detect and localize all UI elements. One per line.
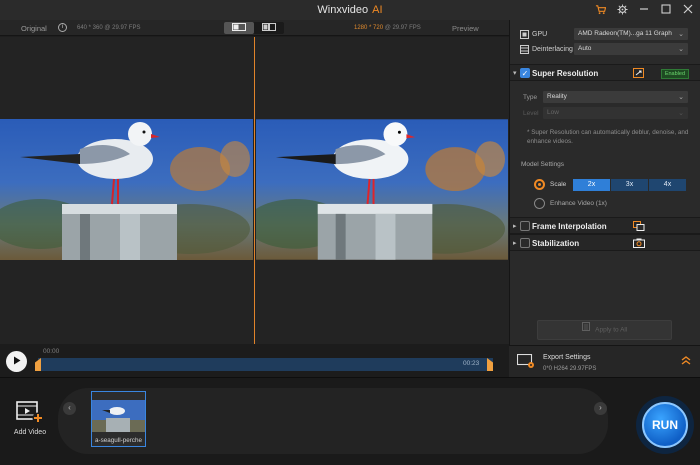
scroll-left-button[interactable]: ‹ [63,402,76,415]
scale-options: 2x 3x 4x [573,179,688,191]
frame-interpolation-checkbox[interactable] [520,221,530,231]
apply-to-all-button[interactable]: Apply to All [537,320,672,340]
original-frame [0,119,253,260]
timeline: 00:00 00:23 [0,344,509,377]
deinterlacing-value: Auto [578,45,592,52]
export-settings[interactable]: Export Settings 0*0 H264 29.97FPS [509,345,700,377]
scroll-right-button[interactable]: › [594,402,607,415]
apply-to-all-label: Apply to All [595,326,628,334]
type-select[interactable]: Reality ⌄ [543,91,688,103]
enhanced-seagull-image [256,119,508,260]
output-info: 1280 * 720 @ 29.97 FPS [354,25,421,31]
timeline-start-time: 00:00 [43,348,60,355]
preview-frame [256,119,508,260]
enhance-video-radio[interactable] [534,198,545,209]
gpu-icon [520,30,529,41]
play-icon [13,356,21,367]
super-resolution-note: * Super Resolution can automatically deb… [527,129,689,145]
level-select[interactable]: Low ⌄ [543,107,688,119]
frame-interpolation-title: Frame Interpolation [532,222,607,231]
model-settings-label: Model Settings [521,161,564,168]
add-video-button[interactable]: Add Video [11,400,49,436]
super-resolution-checkbox[interactable]: ✓ [520,68,530,78]
cart-icon[interactable] [594,3,606,15]
thumbnail-image [92,400,145,432]
expand-triangle-icon: ▾ [513,70,517,77]
type-label: Type [523,94,538,101]
double-chevron-up-icon[interactable] [681,355,691,367]
frame-interpolation-compare-icon[interactable] [633,221,645,233]
export-settings-title: Export Settings [543,354,591,361]
add-video-label: Add Video [13,429,47,436]
maximize-icon[interactable] [660,3,672,15]
gpu-label: GPU [532,31,548,38]
close-icon[interactable] [682,3,694,15]
scale-4x-button[interactable]: 4x [649,179,686,191]
play-button[interactable] [6,351,27,372]
export-settings-summary: 0*0 H264 29.97FPS [543,366,597,372]
chevron-down-icon: ⌄ [678,31,684,38]
preview-label: Preview [452,24,479,33]
video-preview-area[interactable] [0,37,509,344]
stabilization-checkbox[interactable] [520,238,530,248]
app-title-ai: AI [372,4,383,16]
video-thumbnail[interactable]: a-seagull-perche [91,391,146,447]
preview-header: Original i 640 * 360 @ 29.97 FPS 1280 * … [0,20,509,36]
scale-2x-button[interactable]: 2x [573,179,610,191]
timeline-end-time: 00:23 [463,360,480,367]
enhance-video-label: Enhance Video (1x) [550,200,607,207]
level-label: Level [523,110,539,117]
side-by-side-icon [262,23,276,33]
gpu-select[interactable]: AMD Radeon(TM)...ga 11 Graph ⌄ [574,28,688,40]
add-video-icon [15,401,45,426]
thumbnail-caption: a-seagull-perche [95,437,142,444]
run-button[interactable]: RUN [636,396,694,454]
timeline-track[interactable] [38,358,493,371]
deinterlacing-select[interactable]: Auto ⌄ [574,43,688,55]
gpu-value: AMD Radeon(TM)...ga 11 Graph [578,30,672,37]
bottom-bar: Add Video ‹ › a-seagull-perche RUN [0,377,700,465]
apply-all-icon [581,321,590,339]
compare-mode-toggle [224,22,284,34]
run-label: RUN [642,402,688,448]
original-seagull-image [0,119,253,260]
stabilization-title: Stabilization [532,239,580,248]
scale-3x-button[interactable]: 3x [611,179,648,191]
split-view-button[interactable] [224,22,254,34]
export-settings-icon [516,353,535,371]
scale-radio[interactable] [534,179,545,190]
chevron-down-icon: ⌄ [678,46,684,53]
compare-expand-icon[interactable] [633,68,644,80]
split-view-icon [232,23,246,33]
frame-interpolation-header[interactable]: ▸ Frame Interpolation [510,217,700,234]
output-fps: @ 29.97 FPS [384,25,421,31]
title-bar: Winxvideo AI [0,0,700,20]
compare-divider[interactable] [254,37,255,344]
settings-panel: GPU AMD Radeon(TM)...ga 11 Graph ⌄ Deint… [509,20,700,345]
chevron-down-icon: ⌄ [678,110,684,117]
super-resolution-title: Super Resolution [532,69,599,78]
level-value: Low [547,109,559,116]
enabled-badge: Enabled [660,69,689,79]
camera-icon[interactable] [633,238,645,250]
expand-triangle-icon: ▸ [513,223,517,230]
settings-gear-icon[interactable] [616,3,628,15]
super-resolution-header[interactable]: ▾ ✓ Super Resolution Enabled [510,64,700,81]
stabilization-header[interactable]: ▸ Stabilization [510,234,700,251]
info-icon[interactable]: i [58,23,67,32]
deinterlacing-label: Deinterlacing [532,46,573,53]
app-title-text: Winxvideo [317,4,369,16]
output-resolution: 1280 * 720 [354,25,384,31]
source-info: 640 * 360 @ 29.97 FPS [77,25,141,31]
original-label: Original [21,24,47,33]
side-by-side-button[interactable] [254,22,284,34]
expand-triangle-icon: ▸ [513,240,517,247]
chevron-down-icon: ⌄ [678,94,684,101]
deinterlacing-icon [520,45,529,56]
minimize-icon[interactable] [638,3,650,15]
type-value: Reality [547,93,567,100]
scale-label: Scale [550,181,567,188]
